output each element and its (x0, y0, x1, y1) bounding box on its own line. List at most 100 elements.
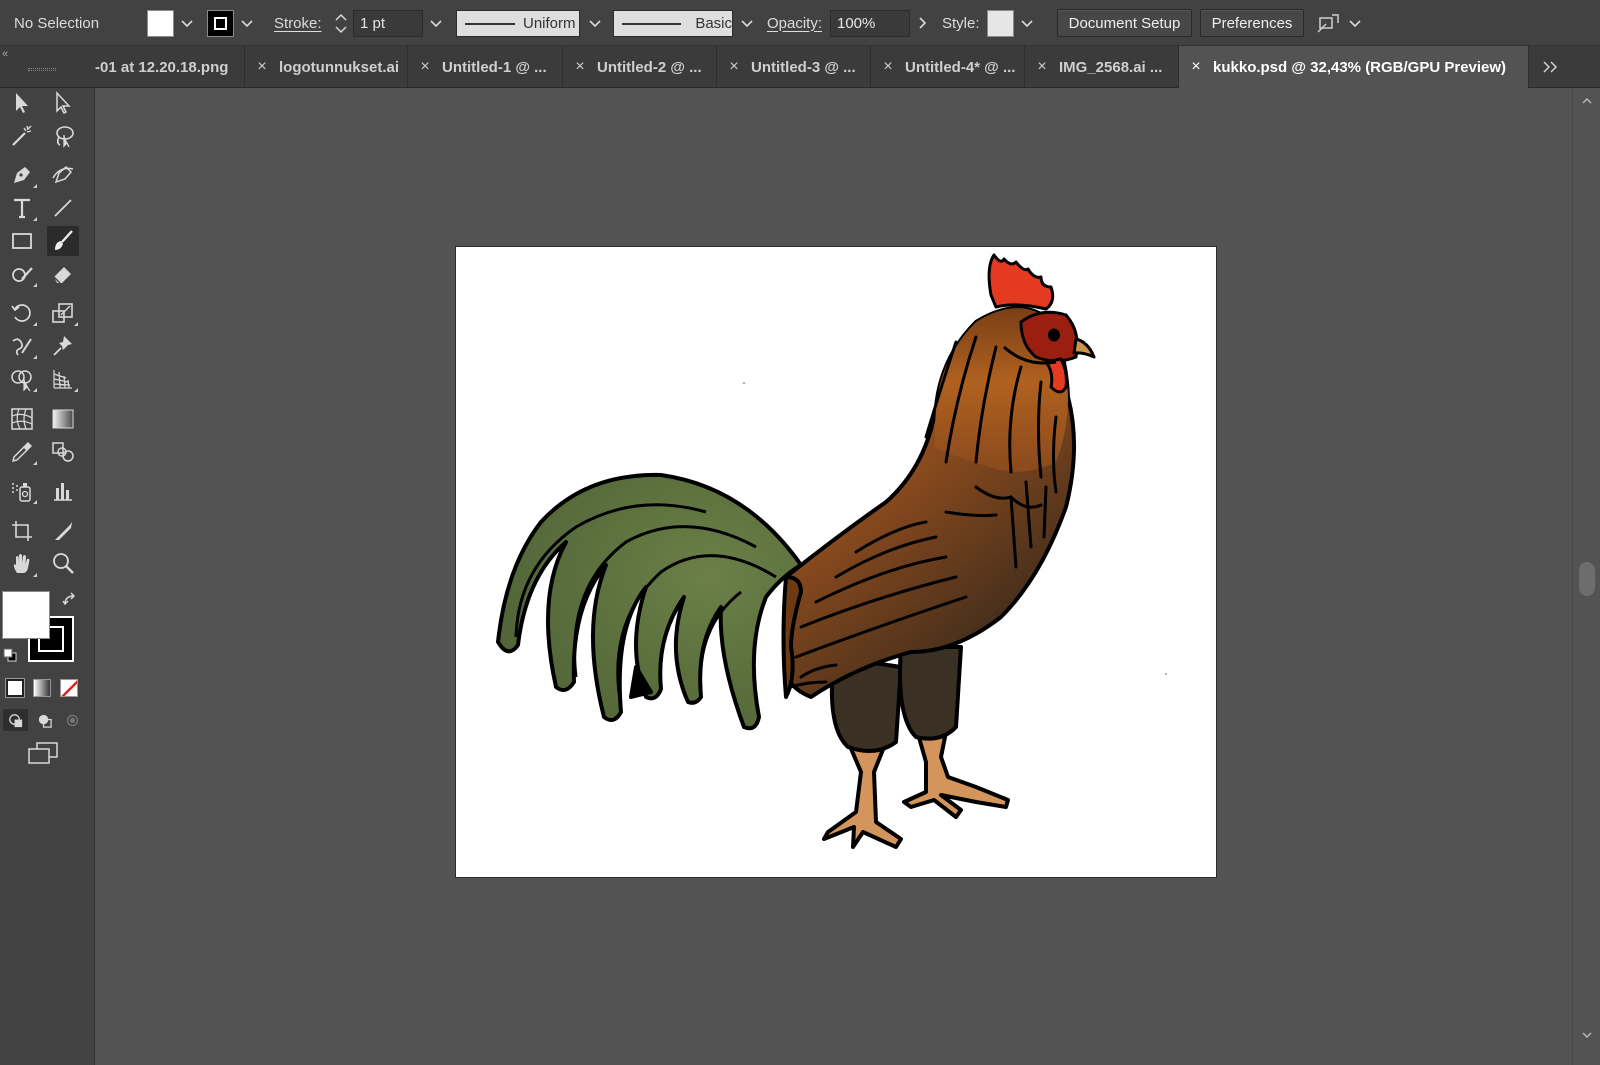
fill-swatch[interactable] (147, 10, 174, 37)
panel-grip-icon[interactable] (28, 68, 56, 71)
perspective-grid-tool[interactable] (47, 364, 79, 394)
hand-tool[interactable] (6, 549, 38, 579)
fill-dropdown-chevron-icon[interactable] (177, 13, 197, 33)
scale-tool[interactable] (47, 298, 79, 328)
column-graph-tool[interactable] (47, 476, 79, 506)
draw-inside-button[interactable] (60, 709, 85, 731)
shaper-icon (12, 267, 33, 282)
artboard[interactable] (456, 247, 1216, 877)
gradient-mode-button[interactable] (33, 679, 51, 697)
curvature-tool[interactable] (47, 160, 79, 190)
blend-tool[interactable] (47, 437, 79, 467)
tab-logotunnukset[interactable]: × logotunnukset.ai (245, 46, 408, 88)
artboard-tool[interactable] (6, 516, 38, 546)
color-mode-button[interactable] (5, 678, 25, 698)
mesh-tool[interactable] (6, 404, 38, 434)
draw-behind-button[interactable] (32, 709, 57, 731)
vertical-scrollbar[interactable] (1572, 88, 1600, 1065)
gradient-tool[interactable] (47, 404, 79, 434)
variable-width-profile[interactable]: Uniform (456, 10, 580, 37)
shape-builder-icon (11, 370, 32, 392)
tab-untitled-4[interactable]: × Untitled-4* @ ... (871, 46, 1025, 88)
zoom-tool[interactable] (47, 549, 79, 579)
close-tab-icon[interactable]: × (573, 58, 587, 76)
hand-icon (13, 554, 30, 573)
tab-label: Untitled-3 @ ... (751, 58, 856, 76)
stroke-dropdown-chevron-icon[interactable] (237, 13, 257, 33)
opacity-arrow-icon[interactable] (912, 13, 932, 33)
close-tab-icon[interactable]: × (418, 58, 432, 76)
rotate-tool[interactable] (6, 298, 38, 328)
lasso-icon (56, 126, 74, 148)
opacity-input[interactable]: 100% (830, 10, 910, 37)
close-tab-icon[interactable]: × (1035, 58, 1049, 76)
shape-builder-tool[interactable] (6, 364, 38, 394)
scroll-up-icon[interactable] (1580, 94, 1594, 108)
swap-fill-stroke-icon[interactable] (62, 592, 78, 608)
shaper-tool[interactable] (6, 259, 38, 289)
brush-chevron-icon[interactable] (737, 13, 757, 33)
symbol-sprayer-icon (12, 483, 31, 502)
paintbrush-tool[interactable] (47, 226, 79, 256)
stroke-weight-input[interactable]: 1 pt (353, 10, 423, 37)
puppet-warp-tool[interactable] (47, 331, 79, 361)
tab-screenshot[interactable]: -01 at 12.20.18.png (95, 46, 245, 88)
selection-tool[interactable] (6, 88, 38, 118)
style-chevron-icon[interactable] (1017, 13, 1037, 33)
tab-kukko-active[interactable]: × kukko.psd @ 32,43% (RGB/GPU Preview) (1179, 46, 1529, 88)
stroke-weight-chevron-icon[interactable] (426, 13, 446, 33)
magic-wand-tool[interactable] (6, 121, 38, 151)
scrollbar-thumb[interactable] (1579, 562, 1595, 596)
lasso-tool[interactable] (47, 121, 79, 151)
tab-label: -01 at 12.20.18.png (95, 58, 229, 76)
opacity-label[interactable]: Opacity: (767, 0, 822, 46)
warp-tool[interactable] (6, 331, 38, 361)
type-tool[interactable] (6, 193, 38, 223)
arrange-chevron-icon[interactable] (1345, 13, 1365, 33)
stroke-swatch[interactable] (207, 10, 234, 37)
mesh-icon (11, 408, 33, 430)
document-canvas[interactable] (95, 88, 1572, 1065)
gradient-icon (52, 409, 74, 429)
pen-tool[interactable] (6, 160, 38, 190)
rectangle-tool[interactable] (6, 226, 38, 256)
close-tab-icon[interactable]: × (255, 58, 269, 76)
close-tab-icon[interactable]: × (881, 58, 895, 76)
arrange-documents-icon[interactable] (1316, 10, 1342, 36)
tab-untitled-3[interactable]: × Untitled-3 @ ... (717, 46, 871, 88)
eyedropper-tool[interactable] (6, 437, 38, 467)
collapse-panels-icon[interactable]: « (2, 48, 8, 60)
screen-mode-button[interactable] (26, 740, 60, 766)
rooster-illustration (496, 253, 1167, 849)
close-tab-icon[interactable]: × (727, 58, 741, 76)
tab-untitled-1[interactable]: × Untitled-1 @ ... (408, 46, 563, 88)
preferences-button[interactable]: Preferences (1200, 9, 1304, 37)
none-mode-button[interactable] (60, 679, 78, 697)
brush-definition[interactable]: Basic (613, 10, 733, 37)
stroke-weight-stepper[interactable] (331, 10, 351, 37)
style-label: Style: (942, 14, 980, 32)
default-fill-stroke-icon[interactable] (3, 648, 17, 662)
line-segment-tool[interactable] (47, 193, 79, 223)
type-icon (14, 198, 30, 219)
close-tab-icon[interactable]: × (1189, 58, 1203, 76)
scale-icon (52, 303, 73, 323)
scroll-down-icon[interactable] (1580, 1028, 1594, 1042)
graphic-style-swatch[interactable] (987, 10, 1014, 37)
direct-selection-tool[interactable] (47, 88, 79, 118)
slice-tool[interactable] (47, 516, 79, 546)
tab-untitled-2[interactable]: × Untitled-2 @ ... (563, 46, 717, 88)
document-setup-button[interactable]: Document Setup (1057, 9, 1192, 37)
draw-normal-button[interactable] (3, 709, 28, 731)
more-tabs-icon[interactable] (1540, 56, 1562, 78)
eraser-tool[interactable] (47, 259, 79, 289)
stroke-label[interactable]: Stroke: (274, 0, 322, 46)
pin-icon (53, 336, 72, 356)
pen-icon (14, 167, 30, 183)
tab-img-2568[interactable]: × IMG_2568.ai ... (1025, 46, 1179, 88)
profile-chevron-icon[interactable] (585, 13, 605, 33)
control-bar: No Selection Stroke: 1 pt Uniform Basic (0, 0, 1600, 46)
symbol-sprayer-tool[interactable] (6, 476, 38, 506)
arrow-icon (16, 93, 28, 113)
fill-color-box[interactable] (2, 591, 50, 639)
